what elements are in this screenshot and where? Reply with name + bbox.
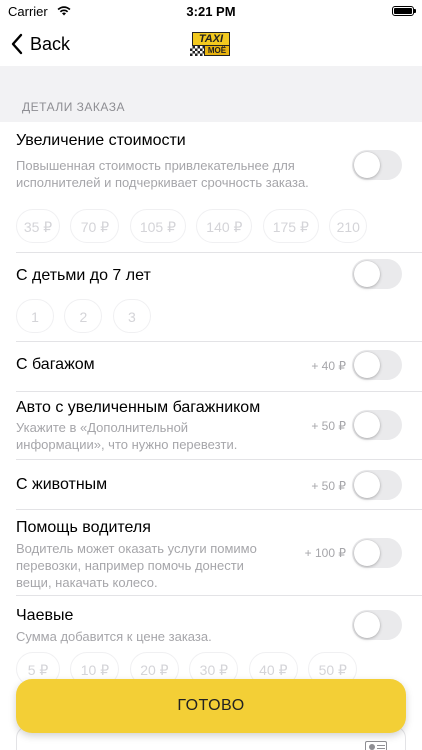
children-age-chips: 1 2 3 [16, 299, 157, 333]
option-title: С животным [16, 476, 108, 493]
option-title: Чаевые [16, 607, 74, 624]
price-increase-toggle[interactable] [352, 150, 402, 180]
battery-icon [392, 6, 416, 16]
logo-text-bottom: МОЁ [204, 45, 230, 56]
taxi-logo: TAXI МОЁ [190, 30, 232, 58]
driver-help-toggle[interactable] [352, 538, 402, 568]
chip[interactable]: 175 ₽ [262, 209, 319, 243]
logo-text-top: TAXI [192, 32, 230, 46]
option-children: С детьми до 7 лет 1 2 3 [0, 253, 422, 342]
option-driver-help: Помощь водителя Водитель может оказать у… [0, 510, 422, 596]
chip[interactable]: 2 [64, 299, 103, 333]
back-label: Back [30, 33, 71, 54]
option-title: Увеличение стоимости [16, 132, 186, 149]
done-button[interactable]: ГОТОВО [16, 679, 406, 733]
chip[interactable]: 210 [329, 209, 368, 243]
price-increase-chips: 35 ₽ 70 ₽ 105 ₽ 140 ₽ 175 ₽ 210 [16, 209, 373, 243]
option-price: + 50 ₽ [311, 419, 346, 433]
option-title: С детьми до 7 лет [16, 267, 151, 284]
chip[interactable]: 35 ₽ [16, 209, 60, 243]
option-title: С багажом [16, 356, 95, 373]
option-pet: С животным + 50 ₽ [0, 460, 422, 510]
pet-toggle[interactable] [352, 470, 402, 500]
tips-toggle[interactable] [352, 610, 402, 640]
chip[interactable]: 1 [16, 299, 54, 333]
section-band: ДЕТАЛИ ЗАКАЗА [0, 66, 422, 122]
option-luggage: С багажом + 40 ₽ [0, 342, 422, 392]
option-price: + 50 ₽ [311, 479, 346, 493]
back-button[interactable]: Back [10, 30, 70, 58]
option-title: Помощь водителя [16, 519, 151, 536]
chip[interactable]: 3 [112, 299, 151, 333]
section-header: ДЕТАЛИ ЗАКАЗА [22, 100, 126, 114]
children-toggle[interactable] [352, 259, 402, 289]
checker-pattern [190, 46, 204, 56]
navigation-bar: Back TAXI МОЁ [0, 22, 422, 66]
option-large-trunk: Авто с увеличенным багажником Укажите в … [0, 392, 422, 460]
option-description: Сумма добавится к цене заказа. [16, 629, 212, 644]
option-description: Укажите в «Дополнительной информации», ч… [16, 420, 238, 452]
option-title: Авто с увеличенным багажником [16, 399, 261, 416]
order-details-screen[interactable]: ДЕТАЛИ ЗАКАЗА Увеличение стоимости Повыш… [0, 66, 422, 750]
chevron-left-icon [11, 33, 23, 55]
luggage-toggle[interactable] [352, 350, 402, 380]
chip[interactable]: 70 ₽ [70, 209, 120, 243]
large-trunk-toggle[interactable] [352, 410, 402, 440]
chip[interactable]: 105 ₽ [129, 209, 186, 243]
option-description: Водитель может оказать услуги помимо пер… [16, 541, 257, 590]
option-description: Повышенная стоимость привлекательнее для… [16, 158, 309, 190]
option-price: + 100 ₽ [304, 546, 346, 560]
option-price-increase: Увеличение стоимости Повышенная стоимост… [0, 122, 422, 253]
chip[interactable]: 140 ₽ [196, 209, 253, 243]
clock: 3:21 PM [186, 4, 236, 19]
option-price: + 40 ₽ [311, 359, 346, 373]
contact-card-icon[interactable] [365, 741, 387, 750]
status-bar: Carrier 3:21 PM [0, 0, 422, 22]
